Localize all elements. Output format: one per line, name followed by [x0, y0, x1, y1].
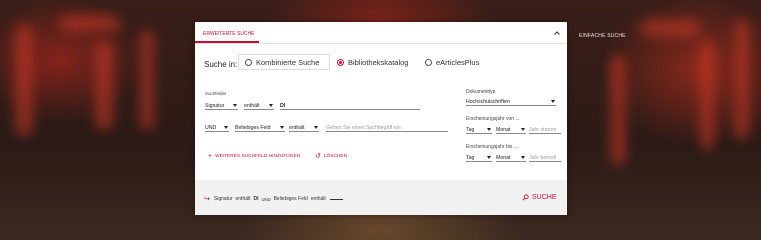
dropdown-caret-icon — [314, 126, 318, 129]
summary-field1: Signatur — [213, 196, 233, 202]
dropdown-caret-icon — [269, 104, 273, 107]
dropdown-caret-icon — [521, 128, 525, 131]
radio-label: Kombinierte Suche — [256, 58, 320, 67]
dropdown-caret-icon — [487, 128, 491, 131]
search-term-input-row1[interactable]: DI — [280, 102, 420, 110]
dropdown-caret-icon — [233, 104, 237, 107]
add-search-field-label: WEITERES SUCHFELD HINZUFÜGEN — [215, 154, 301, 159]
undo-icon: ↺ — [315, 153, 321, 160]
operator-select-row2[interactable]: enthält — [289, 124, 319, 132]
radio-bibliothekskatalog[interactable]: Bibliothekskatalog — [337, 58, 408, 67]
collapse-chevron-up-icon[interactable] — [553, 29, 561, 37]
radio-circle-icon — [245, 59, 252, 66]
summary-op1: enthält — [235, 196, 251, 202]
add-search-field-button[interactable]: + WEITERES SUCHFELD HINZUFÜGEN — [208, 153, 300, 160]
plus-icon: + — [208, 153, 213, 160]
active-tab-indicator — [195, 41, 259, 43]
summary-op2: enthält — [310, 196, 326, 202]
summary-field2: Beliebiges Feld — [273, 196, 308, 202]
tab-einfache-suche[interactable]: EINFACHE SUCHE — [579, 33, 626, 39]
dropdown-caret-icon — [280, 126, 284, 129]
tab-erweiterte-suche[interactable]: ERWEITERTE SUCHE — [203, 31, 255, 37]
field-select-row1[interactable]: Signatur — [205, 102, 238, 110]
year-from-label: Erscheinungsjahr von ... — [466, 116, 520, 122]
dropdown-caret-icon — [551, 100, 555, 103]
radio-circle-icon — [425, 59, 432, 66]
field-select-row2[interactable]: Beliebiges Feld — [235, 124, 285, 132]
query-summary: ↪ Signatur enthält DI UND Beliebiges Fel… — [204, 195, 346, 203]
bool-select-row2[interactable]: UND — [205, 124, 229, 132]
radio-kombinierte-suche[interactable]: Kombinierte Suche — [245, 58, 319, 67]
dropdown-caret-icon — [224, 126, 228, 129]
suche-in-label: Suche in: — [204, 60, 238, 69]
summary-empty-value — [329, 198, 343, 200]
radio-earticlesplus[interactable]: eArticlesPlus — [425, 58, 479, 67]
search-button-label: SUCHE — [532, 194, 557, 201]
delete-label: LÖSCHEN — [323, 154, 348, 159]
dropdown-caret-icon — [487, 156, 491, 159]
arrow-right-icon: ↪ — [204, 196, 210, 203]
year-to-label: Erscheinungsjahr bis ... — [466, 144, 518, 150]
year-to-input[interactable]: Jahr beendi — [529, 154, 561, 162]
day-from-select[interactable]: Tag — [466, 126, 492, 134]
suchfelder-label: Suchfelder — [205, 91, 227, 96]
search-icon — [522, 194, 529, 201]
summary-conj: UND — [261, 196, 271, 202]
dokumenttyp-select[interactable]: Hochschulschriften — [466, 98, 556, 106]
summary-value1: DI — [253, 196, 259, 202]
month-from-select[interactable]: Monat — [496, 126, 526, 134]
year-from-input[interactable]: Jahr starten — [529, 126, 561, 134]
dropdown-caret-icon — [521, 156, 525, 159]
radio-label: Bibliothekskatalog — [348, 58, 409, 67]
delete-button[interactable]: ↺ LÖSCHEN — [315, 153, 347, 160]
operator-select-row1[interactable]: enthält — [244, 102, 274, 110]
search-button[interactable]: SUCHE — [522, 194, 557, 201]
radio-label: eArticlesPlus — [436, 58, 480, 67]
radio-selected-icon — [337, 59, 344, 66]
tab-bar: ERWEITERTE SUCHE — [195, 22, 567, 44]
month-to-select[interactable]: Monat — [496, 154, 526, 162]
advanced-search-panel: ERWEITERTE SUCHE Suche in: Kombinierte S… — [195, 22, 567, 215]
day-to-select[interactable]: Tag — [466, 154, 492, 162]
dokumenttyp-label: Dokumenttyp — [466, 89, 496, 95]
search-term-input-row2[interactable]: Geben Sie einen Suchbegriff ein — [326, 124, 448, 132]
